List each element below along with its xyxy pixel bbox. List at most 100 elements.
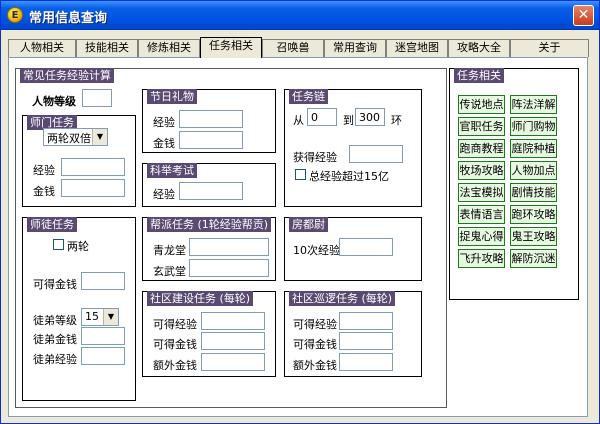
two-rounds-label: 两轮 xyxy=(67,240,89,253)
holiday-title: 节日礼物 xyxy=(147,89,197,104)
btn-ghost-king[interactable]: 鬼王攻略 xyxy=(510,227,557,246)
shimen-exp-input[interactable] xyxy=(61,158,125,176)
xuanwu-input[interactable] xyxy=(189,259,269,277)
side-task-panel: 任务相关 传说地点 阵法洋解 官职任务 师门购物 跑商教程 庭院种植 牧场攻略 … xyxy=(449,68,579,300)
patrol-money-label: 可得金钱 xyxy=(293,338,337,351)
patrol-title: 社区巡逻任务 (每轮) xyxy=(289,291,396,306)
btn-treasure-sim[interactable]: 法宝模拟 xyxy=(458,183,505,202)
tab-summon[interactable]: 召唤兽 xyxy=(262,39,324,57)
fangdu-exp-input[interactable] xyxy=(339,238,393,256)
apprentice-app-exp-label: 徒弟经验 xyxy=(33,353,77,366)
guild-section: 帮派任务 (1轮经验帮贡) 青龙堂 玄武堂 xyxy=(142,217,276,281)
char-level-label: 人物等级 xyxy=(32,95,76,108)
tab-about[interactable]: 关于 xyxy=(510,39,589,57)
chevron-down-icon: ▼ xyxy=(103,309,118,325)
holiday-exp-input[interactable] xyxy=(179,110,243,128)
window-title: 常用信息查询 xyxy=(29,11,108,26)
holiday-section: 节日礼物 经验 金钱 xyxy=(142,89,276,153)
tab-maze-map[interactable]: 迷宫地图 xyxy=(386,39,448,57)
patrol-section: 社区巡逻任务 (每轮) 可得经验 可得金钱 额外金钱 xyxy=(284,291,422,377)
build-exp-label: 可得经验 xyxy=(153,318,197,331)
chain-section: 任务链 从 到 环 获得经验 总经验超过15亿 xyxy=(284,89,422,207)
btn-story-skills[interactable]: 剧情技能 xyxy=(510,183,557,202)
xuanwu-label: 玄武堂 xyxy=(153,265,186,278)
btn-ghost-tips[interactable]: 捉鬼心得 xyxy=(458,227,505,246)
patrol-extra-input[interactable] xyxy=(339,353,393,371)
qinglong-label: 青龙堂 xyxy=(153,244,186,257)
build-money-input[interactable] xyxy=(201,332,265,350)
holiday-money-label: 金钱 xyxy=(153,137,175,150)
chain-title: 任务链 xyxy=(289,89,328,104)
btn-legend-locations[interactable]: 传说地点 xyxy=(458,95,505,114)
apprentice-section: 师徒任务 两轮 可得金钱 徒弟等级 15 ▼ 徒弟金钱 徒弟经验 xyxy=(22,217,136,401)
apprentice-level-value: 15 xyxy=(85,310,99,323)
side-title: 任务相关 xyxy=(454,68,504,83)
chain-gain-input[interactable] xyxy=(349,145,403,163)
holiday-exp-label: 经验 xyxy=(153,116,175,129)
tab-guides[interactable]: 攻略大全 xyxy=(448,39,510,57)
btn-ring-guide[interactable]: 跑环攻略 xyxy=(510,205,557,224)
two-rounds-checkbox[interactable] xyxy=(53,239,64,250)
btn-formation[interactable]: 阵法洋解 xyxy=(510,95,557,114)
build-exp-input[interactable] xyxy=(201,312,265,330)
title-bar[interactable]: E 常用信息查询 ✕ xyxy=(1,1,599,30)
build-section: 社区建设任务 (每轮) 可得经验 可得金钱 额外金钱 xyxy=(142,291,276,377)
tab-cultivation[interactable]: 修炼相关 xyxy=(138,39,200,57)
chain-to-input[interactable] xyxy=(355,108,385,126)
close-button[interactable]: ✕ xyxy=(573,5,594,26)
btn-ascension[interactable]: 飞升攻略 xyxy=(458,249,505,268)
shimen-section: 师门任务 两轮双倍 ▼ 经验 金钱 xyxy=(22,115,136,207)
btn-attribute-points[interactable]: 人物加点 xyxy=(510,161,557,180)
chain-from-input[interactable] xyxy=(307,108,337,126)
app-icon: E xyxy=(7,7,23,23)
chain-over-checkbox[interactable] xyxy=(295,169,306,180)
keju-exp-label: 经验 xyxy=(153,188,175,201)
apprentice-money-label: 可得金钱 xyxy=(33,278,77,291)
btn-trade-tutorial[interactable]: 跑商教程 xyxy=(458,139,505,158)
patrol-extra-label: 额外金钱 xyxy=(293,359,337,372)
shimen-money-input[interactable] xyxy=(61,179,125,197)
guild-title: 帮派任务 (1轮经验帮贡) xyxy=(147,217,272,232)
btn-official-task[interactable]: 官职任务 xyxy=(458,117,505,136)
apprentice-app-exp-input[interactable] xyxy=(81,347,125,365)
shimen-mode-value: 两轮双倍 xyxy=(47,132,91,145)
chain-over-label: 总经验超过15亿 xyxy=(309,170,389,183)
keju-exp-input[interactable] xyxy=(179,182,243,200)
apprentice-app-money-input[interactable] xyxy=(81,327,125,345)
fangdu-title: 房都尉 xyxy=(289,217,328,232)
patrol-exp-input[interactable] xyxy=(339,312,393,330)
chevron-down-icon: ▼ xyxy=(92,129,107,145)
btn-sect-shopping[interactable]: 师门购物 xyxy=(510,117,557,136)
chain-ring-label: 环 xyxy=(391,114,402,127)
chain-from-label: 从 xyxy=(293,114,304,127)
qinglong-input[interactable] xyxy=(189,238,269,256)
char-level-input[interactable] xyxy=(82,89,112,107)
btn-ranch-guide[interactable]: 牧场攻略 xyxy=(458,161,505,180)
tab-tasks[interactable]: 任务相关 xyxy=(200,37,262,58)
apprentice-app-money-label: 徒弟金钱 xyxy=(33,333,77,346)
build-extra-input[interactable] xyxy=(201,353,265,371)
tasks-panel: 常见任务经验计算 人物等级 师门任务 两轮双倍 ▼ 经验 金钱 节日礼物 经验 … xyxy=(8,57,588,417)
tab-character[interactable]: 人物相关 xyxy=(8,39,76,57)
apprentice-money-input[interactable] xyxy=(81,272,125,290)
shimen-money-label: 金钱 xyxy=(33,185,55,198)
apprentice-title: 师徒任务 xyxy=(27,217,77,232)
btn-emotes[interactable]: 表情语言 xyxy=(458,205,505,224)
tab-skills[interactable]: 技能相关 xyxy=(76,39,138,57)
client-area: 人物相关 技能相关 修炼相关 任务相关 召唤兽 常用查询 迷宫地图 攻略大全 关… xyxy=(4,31,596,421)
apprentice-level-label: 徒弟等级 xyxy=(33,314,77,327)
patrol-exp-label: 可得经验 xyxy=(293,318,337,331)
patrol-money-input[interactable] xyxy=(339,332,393,350)
apprentice-level-select[interactable]: 15 ▼ xyxy=(81,308,119,326)
tab-common-query[interactable]: 常用查询 xyxy=(324,39,386,57)
fangdu-section: 房都尉 10次经验 xyxy=(284,217,422,281)
build-extra-label: 额外金钱 xyxy=(153,359,197,372)
build-title: 社区建设任务 (每轮) xyxy=(147,291,254,306)
keju-title: 科举考试 xyxy=(147,163,197,178)
keju-section: 科举考试 经验 xyxy=(142,163,276,207)
holiday-money-input[interactable] xyxy=(179,131,243,149)
shimen-mode-select[interactable]: 两轮双倍 ▼ xyxy=(43,128,108,146)
main-window: E 常用信息查询 ✕ 人物相关 技能相关 修炼相关 任务相关 召唤兽 常用查询 … xyxy=(0,0,600,424)
btn-anti-addiction[interactable]: 解防沉迷 xyxy=(510,249,557,268)
btn-garden-planting[interactable]: 庭院种植 xyxy=(510,139,557,158)
